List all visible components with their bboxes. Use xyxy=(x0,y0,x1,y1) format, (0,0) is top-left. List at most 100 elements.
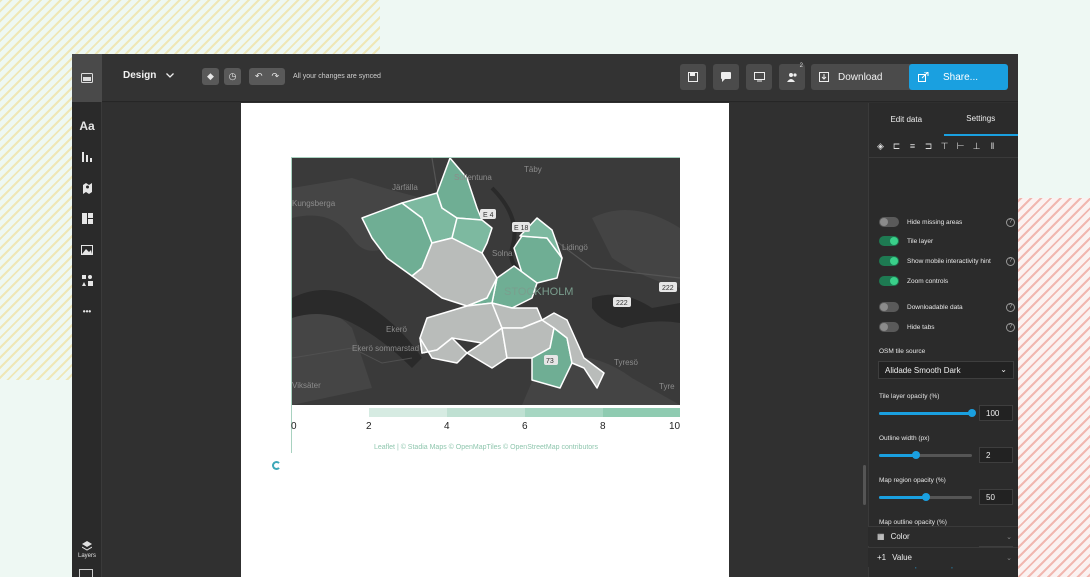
slider-track[interactable] xyxy=(879,493,972,501)
tile-source-select[interactable]: Alidade Smooth Dark ⌄ xyxy=(878,361,1014,379)
label-stockholm: STOCKHOLM xyxy=(504,286,573,298)
map-visual[interactable]: Sollentuna Täby Järfälla Kungsbergа Lidi… xyxy=(291,157,680,453)
tab-settings[interactable]: Settings xyxy=(943,103,1018,136)
design-menu-button[interactable]: Design xyxy=(123,70,175,81)
undo-icon[interactable]: ↶ xyxy=(255,71,263,82)
help-icon[interactable]: ? xyxy=(1006,322,1015,332)
toggle-switch[interactable] xyxy=(879,276,899,286)
legend-tick: 4 xyxy=(444,421,450,432)
layers-icon xyxy=(81,541,93,551)
align-center-icon[interactable]: ≡ xyxy=(906,141,919,157)
download-button[interactable]: Download xyxy=(811,64,915,90)
clock-icon: ◷ xyxy=(228,71,237,81)
legend-bin-3 xyxy=(525,408,603,417)
label-taby: Täby xyxy=(524,165,542,174)
legend-tick: 0 xyxy=(291,421,297,432)
toggle-switch[interactable] xyxy=(879,302,899,312)
layout-tool-button[interactable] xyxy=(72,203,102,234)
slider-fill xyxy=(879,454,917,457)
image-tool-button[interactable] xyxy=(72,234,102,265)
settings-panel: Edit data Settings ◈ ⊏ ≡ ⊐ ⊤ ⊢ ⊥ ‖ Hide … xyxy=(868,103,1018,577)
label-kungsberga: Kungsbergа xyxy=(292,199,336,208)
slider-track[interactable] xyxy=(879,409,976,417)
value-section[interactable]: +1 Value ⌄ xyxy=(868,547,1018,567)
slider-handle[interactable] xyxy=(968,409,976,417)
layer-order-icon[interactable]: ◈ xyxy=(874,141,887,157)
text-tool-label: Aa xyxy=(79,118,95,133)
align-top-icon[interactable]: ⊤ xyxy=(938,141,951,157)
label-tyreso: Tyresö xyxy=(614,358,639,367)
align-left-icon[interactable]: ⊏ xyxy=(890,141,903,157)
choropleth-map[interactable]: Sollentuna Täby Järfälla Kungsbergа Lidi… xyxy=(292,158,680,405)
save-icon xyxy=(688,72,698,82)
toggle-row: Zoom controls xyxy=(879,274,1015,288)
shield-222-b: 222 xyxy=(662,285,674,292)
toggle-label: Show mobile interactivity hint xyxy=(907,257,991,265)
map-tool-button[interactable] xyxy=(72,172,102,203)
toggle-switch[interactable] xyxy=(879,217,899,227)
more-tools-button[interactable]: ••• xyxy=(72,296,102,327)
download-label: Download xyxy=(838,71,883,83)
save-button[interactable] xyxy=(680,64,706,90)
palette-icon: ▦ xyxy=(877,532,885,541)
present-button[interactable] xyxy=(746,64,772,90)
slider-value-input[interactable]: 50 xyxy=(979,489,1013,505)
share-button[interactable]: Share... xyxy=(909,64,1008,90)
slider-value-input[interactable]: 100 xyxy=(979,405,1013,421)
distribute-icon[interactable]: ‖ xyxy=(986,141,999,157)
toggle-switch[interactable] xyxy=(879,256,899,266)
slider-label: Outline width (px) xyxy=(879,435,930,442)
chevron-down-icon: ⌄ xyxy=(1006,554,1012,562)
shield-e18: E 18 xyxy=(514,225,529,232)
undo-redo-group: ↶ ↷ xyxy=(249,68,285,85)
map-legend: 0 2 4 6 8 10 Leaflet | © Stadia Maps © O… xyxy=(291,405,680,453)
toggle-switch[interactable] xyxy=(879,322,899,332)
app-logo-icon[interactable] xyxy=(72,54,102,102)
label-lidingo: Lidingö xyxy=(562,243,588,252)
slider-track[interactable] xyxy=(879,451,972,459)
color-section[interactable]: ▦ Color ⌄ xyxy=(868,526,1018,546)
redo-icon[interactable]: ↷ xyxy=(272,71,280,82)
slider-handle[interactable] xyxy=(921,493,930,501)
shapes-tool-button[interactable] xyxy=(72,265,102,296)
history-button[interactable]: ◷ xyxy=(224,68,241,85)
tile-source-value: Alidade Smooth Dark xyxy=(885,366,961,375)
legend-bin-4 xyxy=(603,408,680,417)
align-bottom-icon[interactable]: ⊥ xyxy=(970,141,983,157)
label-solna: Solna xyxy=(492,249,513,258)
layers-button[interactable]: Layers xyxy=(72,541,102,559)
shield-222-a: 222 xyxy=(616,300,628,307)
text-tool-button[interactable]: Aa xyxy=(72,110,102,141)
tag-button[interactable]: ◆ xyxy=(202,68,219,85)
toggle-label: Downloadable data xyxy=(907,303,963,311)
align-middle-icon[interactable]: ⊢ xyxy=(954,141,967,157)
sync-status: All your changes are synced xyxy=(293,73,381,80)
toggle-label: Zoom controls xyxy=(907,277,949,285)
help-icon[interactable]: ? xyxy=(1006,256,1015,266)
more-icon: ••• xyxy=(82,307,92,316)
preview-icon[interactable] xyxy=(79,569,93,577)
map-attribution[interactable]: Leaflet | © Stadia Maps © OpenMapTiles ©… xyxy=(292,444,680,451)
tab-edit-data[interactable]: Edit data xyxy=(869,103,944,136)
label-ekero-sommarstad: Ekerö sommarstad xyxy=(352,344,419,353)
slider-handle[interactable] xyxy=(912,451,921,459)
legend-bin-0 xyxy=(292,408,369,417)
label-viksater: Viksäter xyxy=(292,381,321,390)
chevron-down-icon xyxy=(166,73,175,78)
slider-label: Map outline opacity (%) xyxy=(879,519,947,526)
tile-source-label: OSM tile source xyxy=(879,348,926,355)
comment-button[interactable] xyxy=(713,64,739,90)
legend-tick: 2 xyxy=(366,421,372,432)
help-icon[interactable]: ? xyxy=(1006,217,1015,227)
toggle-label: Hide missing areas xyxy=(907,218,963,226)
align-right-icon[interactable]: ⊐ xyxy=(922,141,935,157)
toggle-switch[interactable] xyxy=(879,236,899,246)
slider-value-input[interactable]: 2 xyxy=(979,447,1013,463)
help-icon[interactable]: ? xyxy=(1006,302,1015,312)
chart-tool-button[interactable] xyxy=(72,141,102,172)
canvas-scrollbar[interactable] xyxy=(863,465,866,505)
toggle-row: Hide missing areas? xyxy=(879,215,1015,229)
shield-e4: E 4 xyxy=(483,212,494,219)
legend-bin-1 xyxy=(369,408,447,417)
collaborators-button[interactable]: 2 xyxy=(779,63,805,90)
